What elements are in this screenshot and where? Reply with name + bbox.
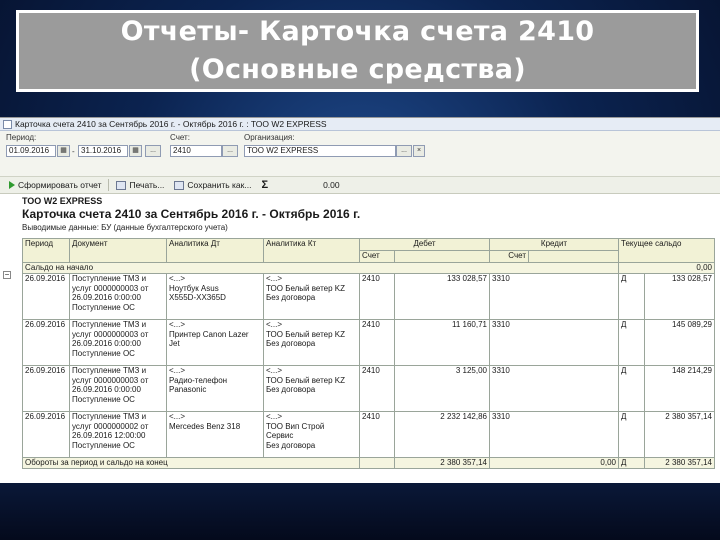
- report-source: Выводимые данные: БУ (данные бухгалтерск…: [22, 223, 228, 232]
- sum-button[interactable]: Σ: [258, 178, 271, 192]
- col-credit: Кредит: [489, 238, 619, 251]
- table-row[interactable]: 26.09.2016 Поступление ТМЗ и услуг 0000000…: [22, 319, 715, 366]
- print-button[interactable]: Печать...: [113, 178, 167, 192]
- col-document: Документ: [69, 238, 167, 263]
- slide-footer: [0, 483, 720, 540]
- date-to-field[interactable]: 31.10.2016: [78, 145, 128, 157]
- account-select-button[interactable]: ...: [222, 145, 238, 157]
- save-as-button[interactable]: Сохранить как...: [171, 178, 254, 192]
- report-toolbar: Сформировать отчет Печать... Сохранить к…: [0, 176, 720, 194]
- opening-balance-row: Сальдо на начало 0,00: [22, 262, 715, 274]
- col-balance: Текущее сальдо: [618, 238, 715, 263]
- table-row[interactable]: 26.09.2016 Поступление ТМЗ и услуг 0000000…: [22, 273, 715, 320]
- totals-row: Обороты за период и сальдо на конец 2 38…: [22, 457, 715, 469]
- save-icon: [174, 180, 185, 190]
- report-header: ТОО W2 EXPRESS Карточка счета 2410 за Се…: [0, 194, 720, 234]
- sigma-icon: Σ: [261, 179, 269, 191]
- col-period: Период: [22, 238, 70, 263]
- play-icon: [9, 181, 15, 189]
- table-row[interactable]: 26.09.2016 Поступление ТМЗ и услуг 0000000…: [22, 365, 715, 412]
- report-table: Период Документ Аналитика Дт Аналитика К…: [22, 238, 715, 469]
- slide-title-banner: Отчеты- Карточка счета 2410 (Основные ср…: [16, 10, 699, 92]
- window-title: Карточка счета 2410 за Сентябрь 2016 г. …: [15, 119, 327, 129]
- account-field[interactable]: 2410: [170, 145, 222, 157]
- col-credit-account: Счет: [489, 250, 529, 263]
- clear-icon[interactable]: ×: [413, 145, 425, 157]
- period-select-button[interactable]: ...: [145, 145, 161, 157]
- col-debit-account: Счет: [359, 250, 395, 263]
- col-analytics-kt: Аналитика Кт: [263, 238, 360, 263]
- generate-report-button[interactable]: Сформировать отчет: [6, 178, 104, 192]
- report-window: Карточка счета 2410 за Сентябрь 2016 г. …: [0, 117, 720, 483]
- col-debit: Дебет: [359, 238, 490, 251]
- org-select-button[interactable]: ...: [396, 145, 412, 157]
- org-label: Организация:: [244, 133, 295, 142]
- org-field[interactable]: ТОО W2 EXPRESS: [244, 145, 396, 157]
- report-org: ТОО W2 EXPRESS: [22, 196, 103, 206]
- printer-icon: [116, 180, 127, 190]
- date-from-field[interactable]: 01.09.2016: [6, 145, 56, 157]
- collapse-icon[interactable]: −: [3, 271, 11, 279]
- col-analytics-dt: Аналитика Дт: [166, 238, 264, 263]
- period-label: Период:: [6, 133, 37, 142]
- calendar-icon[interactable]: ▦: [57, 145, 70, 157]
- sum-value: 0.00: [323, 180, 340, 190]
- calendar-icon[interactable]: ▦: [129, 145, 142, 157]
- report-icon: [3, 119, 12, 129]
- slide-title: Отчеты- Карточка счета 2410 (Основные ср…: [120, 16, 595, 85]
- report-parameters: Период: 01.09.2016 ▦ - 31.10.2016 ▦ ... …: [0, 131, 720, 176]
- report-title: Карточка счета 2410 за Сентябрь 2016 г. …: [22, 207, 361, 221]
- account-label: Счет:: [170, 133, 190, 142]
- window-titlebar: Карточка счета 2410 за Сентябрь 2016 г. …: [0, 118, 720, 131]
- table-row[interactable]: 26.09.2016 Поступление ТМЗ и услуг 0000000…: [22, 411, 715, 458]
